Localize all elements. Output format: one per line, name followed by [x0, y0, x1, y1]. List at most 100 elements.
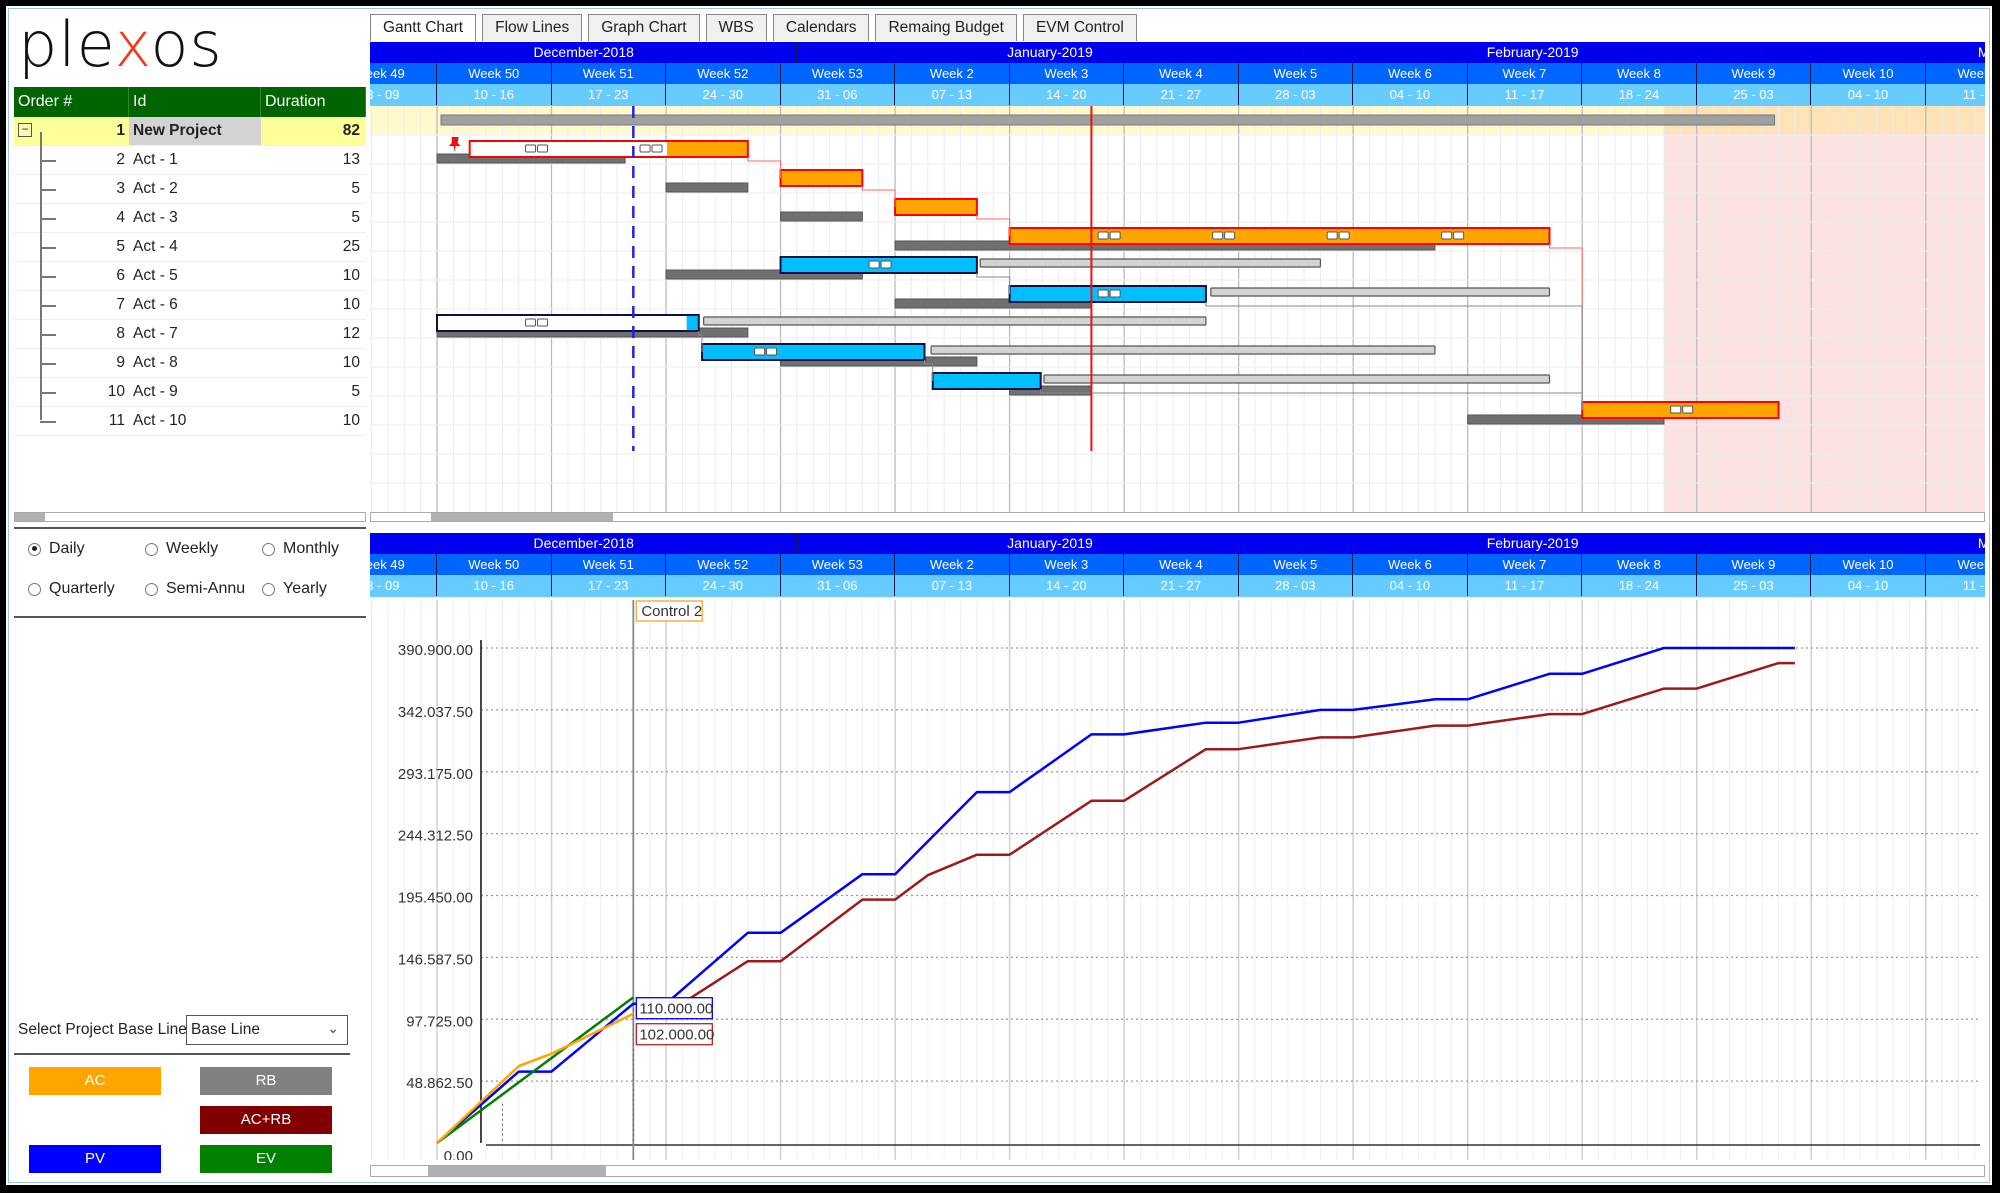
task-bar[interactable] — [931, 372, 1042, 390]
radio-label: Daily — [49, 540, 85, 557]
gantt-task-9[interactable] — [931, 372, 1551, 396]
remaining-budget-bar[interactable] — [930, 345, 1436, 355]
radio-circle-icon[interactable] — [145, 542, 158, 556]
task-id-cell: Act - 1 — [133, 151, 178, 168]
collapse-toggle-icon[interactable]: − — [18, 123, 32, 137]
radio-daily[interactable]: Daily — [28, 540, 85, 558]
gantt-task-8[interactable] — [701, 343, 1436, 367]
column-header-duration[interactable]: Duration — [261, 87, 366, 117]
week-days-cell: 31 - 06 — [781, 84, 896, 105]
task-bar[interactable] — [894, 198, 978, 216]
task-bar[interactable] — [779, 169, 864, 187]
radio-circle-icon[interactable] — [28, 582, 41, 596]
remaining-budget-bar[interactable] — [979, 258, 1322, 268]
task-row[interactable]: 2 Act - 1 13 — [14, 146, 366, 175]
radio-yearly[interactable]: Yearly — [262, 580, 327, 598]
task-id-cell: Act - 6 — [133, 296, 178, 313]
tree-branch — [40, 160, 56, 162]
progress-marker-icon — [766, 347, 778, 356]
gantt-horizontal-scrollbar[interactable] — [370, 512, 1985, 522]
week-cell: Week 11 — [1926, 63, 1985, 84]
radio-circle-icon[interactable] — [145, 582, 158, 596]
baseline-bar[interactable] — [665, 182, 749, 193]
scrollbar-thumb[interactable] — [428, 1166, 606, 1176]
week-days-cell: 18 - 24 — [1582, 575, 1697, 596]
week-days-cell: 11 - 17 — [1468, 84, 1583, 105]
tab-calendars[interactable]: Calendars — [772, 14, 870, 41]
panel-divider — [14, 527, 366, 529]
month-cell: February-2019 — [1304, 533, 1763, 554]
baseline-select[interactable]: Base Line ⌄ — [186, 1015, 348, 1045]
series-line-ac-plus-rb[interactable] — [665, 661, 1795, 1015]
chart-horizontal-scrollbar[interactable] — [370, 1165, 1985, 1177]
task-id-cell: Act - 10 — [133, 412, 187, 429]
remaining-budget-bar[interactable] — [1043, 374, 1551, 384]
radio-quarterly[interactable]: Quarterly — [28, 580, 115, 598]
tab-remaing-budget[interactable]: Remaing Budget — [875, 14, 1017, 41]
tree-branch — [40, 363, 56, 365]
task-row[interactable]: 5 Act - 4 25 — [14, 233, 366, 262]
month-row: December-2018January-2019February-2019Ma… — [370, 533, 1985, 554]
week-days-cell: 04 - 10 — [1353, 575, 1468, 596]
legend-ac-plus-rb-button[interactable]: AC+RB — [200, 1106, 332, 1134]
column-header-order[interactable]: Order # — [14, 87, 129, 117]
gantt-task-1[interactable] — [436, 137, 749, 164]
week-days-cell: 21 - 27 — [1124, 84, 1239, 105]
radio-monthly[interactable]: Monthly — [262, 540, 339, 558]
gantt-chart-area — [370, 106, 1985, 512]
week-cell: Week 50 — [437, 554, 552, 575]
tab-gantt-chart[interactable]: Gantt Chart — [370, 14, 477, 41]
week-days-cell: 31 - 06 — [781, 575, 896, 596]
radio-circle-icon[interactable] — [262, 542, 275, 556]
radio-circle-icon[interactable] — [28, 542, 41, 556]
remaining-budget-bar[interactable] — [703, 316, 1207, 326]
legend-pv-button[interactable]: PV — [29, 1145, 161, 1173]
legend-ac-button[interactable]: AC — [29, 1067, 161, 1095]
task-row[interactable]: 7 Act - 6 10 — [14, 291, 366, 320]
scrollbar-thumb[interactable] — [15, 513, 45, 521]
legend-rb-button[interactable]: RB — [200, 1067, 332, 1095]
summary-task-row[interactable]: 1 New Project 82 — [14, 117, 366, 146]
task-row[interactable]: 9 Act - 8 10 — [14, 349, 366, 378]
progress-marker-icon — [1326, 231, 1338, 240]
pin-icon[interactable] — [448, 137, 461, 152]
task-row[interactable]: 3 Act - 2 5 — [14, 175, 366, 204]
radio-circle-icon[interactable] — [262, 582, 275, 596]
column-header-id[interactable]: Id — [129, 87, 261, 117]
week-cell: Week 50 — [437, 63, 552, 84]
radio-weekly[interactable]: Weekly — [145, 540, 218, 558]
tab-evm-control[interactable]: EVM Control — [1022, 14, 1137, 41]
tab-graph-chart[interactable]: Graph Chart — [588, 14, 700, 41]
radio-label: Yearly — [283, 580, 327, 597]
week-days-cell: 11 - 17 — [1468, 575, 1583, 596]
task-row[interactable]: 4 Act - 3 5 — [14, 204, 366, 233]
week-cell: Week 9 — [1697, 63, 1812, 84]
week-cell: Week 52 — [666, 554, 781, 575]
tab-wbs[interactable]: WBS — [705, 14, 767, 41]
week-cell: Week 6 — [1353, 63, 1468, 84]
remaining-budget-bar[interactable] — [1210, 287, 1551, 297]
evm-chart-area: 0.00 48.862.50 97.725.00 146.587.50 195.450.… — [370, 600, 1985, 1160]
task-order-cell: 9 — [116, 354, 125, 371]
task-row[interactable]: 6 Act - 5 10 — [14, 262, 366, 291]
week-days-cell: 24 - 30 — [666, 84, 781, 105]
task-row[interactable]: 11 Act - 10 10 — [14, 407, 366, 436]
y-tick-label: 0.00 — [444, 1148, 473, 1160]
progress-marker-icon — [639, 144, 651, 153]
task-row[interactable]: 8 Act - 7 12 — [14, 320, 366, 349]
summary-bar[interactable] — [440, 114, 1776, 126]
grid-horizontal-scrollbar[interactable] — [14, 512, 366, 522]
week-cell: Week 5 — [1239, 63, 1354, 84]
tab-flow-lines[interactable]: Flow Lines — [482, 14, 583, 41]
baseline-bar[interactable] — [780, 211, 863, 222]
task-id-cell: Act - 2 — [133, 180, 178, 197]
task-duration-cell: 12 — [342, 325, 360, 342]
task-bar[interactable] — [701, 343, 926, 361]
scrollbar-thumb[interactable] — [431, 513, 613, 521]
radio-label: Monthly — [283, 540, 340, 557]
radio-semi-annu[interactable]: Semi-Annu — [145, 580, 245, 598]
week-cell: Week 3 — [1010, 554, 1125, 575]
logo-text-prefix: ple — [18, 8, 115, 81]
task-row[interactable]: 10 Act - 9 5 — [14, 378, 366, 407]
legend-ev-button[interactable]: EV — [200, 1145, 332, 1173]
